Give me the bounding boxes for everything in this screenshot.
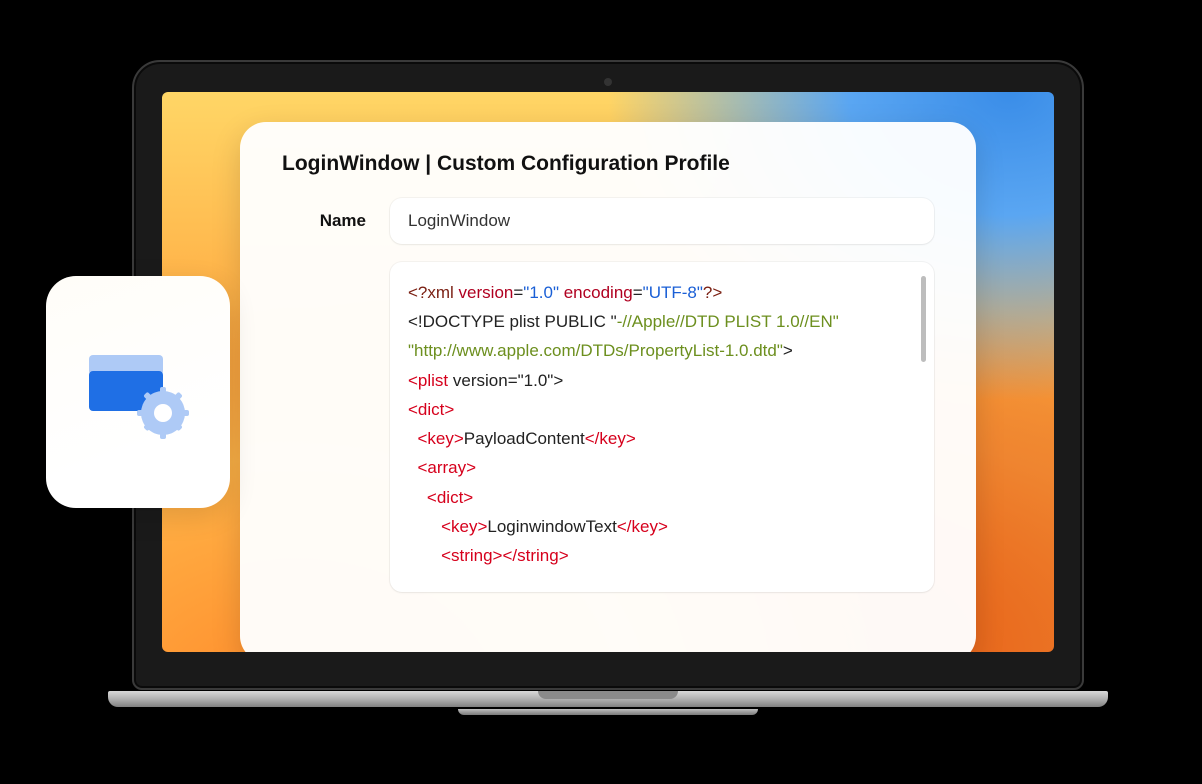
name-label: Name [282,211,366,231]
laptop-base [108,691,1108,707]
key-open-1: <key> [417,429,463,448]
name-row: Name [282,198,934,244]
xml-decl-open: <?xml [408,283,454,302]
doctype-post: > [783,341,793,360]
doctype-pre: <!DOCTYPE plist PUBLIC " [408,312,617,331]
key-open-2: <key> [441,517,487,536]
code-content: <?xml version="1.0" encoding="UTF-8"?> <… [408,278,908,570]
config-profile-icon [83,337,193,447]
dict-open: <dict> [408,400,454,419]
name-input[interactable] [390,198,934,244]
eq2: = [633,283,643,302]
camera-dot [604,78,612,86]
key-close-1: </key> [585,429,636,448]
config-icon-tile [46,276,230,508]
array-open: <array> [417,458,476,477]
key-close-2: </key> [617,517,668,536]
payload-content-text: PayloadContent [464,429,585,448]
string-close: </string> [503,546,569,565]
laptop-bezel: LoginWindow | Custom Configuration Profi… [132,60,1084,690]
xml-decl-close: ?> [703,283,722,302]
xml-version-attr: version [454,283,514,302]
config-card: LoginWindow | Custom Configuration Profi… [240,122,976,652]
code-editor[interactable]: <?xml version="1.0" encoding="UTF-8"?> <… [390,262,934,592]
laptop-screen: LoginWindow | Custom Configuration Profi… [162,92,1054,652]
laptop-frame: LoginWindow | Custom Configuration Profi… [132,60,1084,715]
xml-version-val: "1.0" [523,283,559,302]
string-open: <string> [441,546,502,565]
loginwindow-text: LoginwindowText [487,517,616,536]
card-title: LoginWindow | Custom Configuration Profi… [282,152,934,176]
plist-attrs: version="1.0"> [448,371,563,390]
laptop-notch [538,691,678,699]
laptop-foot [458,709,758,715]
dict-open-2: <dict> [427,488,473,507]
eq1: = [513,283,523,302]
plist-open: <plist [408,371,448,390]
xml-encoding-val: "UTF-8" [643,283,703,302]
xml-encoding-attr: encoding [559,283,633,302]
scrollbar-thumb[interactable] [921,276,926,362]
